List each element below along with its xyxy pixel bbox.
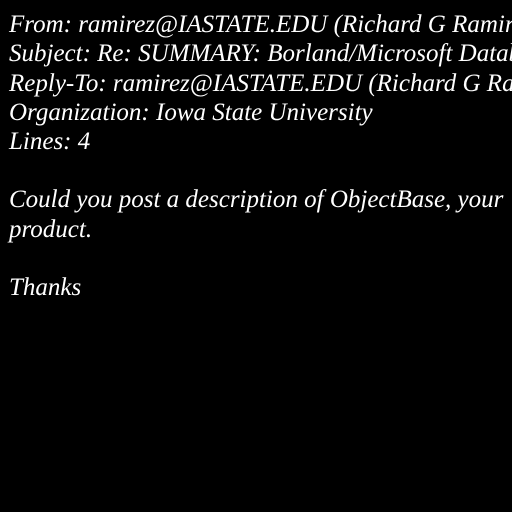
- body-signoff: Thanks: [9, 274, 82, 301]
- from-header: From: ramirez@IASTATE.EDU (Richard G Ram…: [9, 11, 512, 38]
- lines-header: Lines: 4: [9, 128, 91, 155]
- body-line-1: Could you post a description of ObjectBa…: [9, 186, 504, 213]
- email-message-view: From: ramirez@IASTATE.EDU (Richard G Ram…: [0, 0, 512, 512]
- body-line-2: product.: [9, 216, 93, 243]
- subject-header: Subject: Re: SUMMARY: Borland/Microsoft …: [9, 40, 512, 67]
- organization-header: Organization: Iowa State University: [9, 99, 373, 126]
- reply-to-header: Reply-To: ramirez@IASTATE.EDU (Richard G…: [9, 70, 512, 97]
